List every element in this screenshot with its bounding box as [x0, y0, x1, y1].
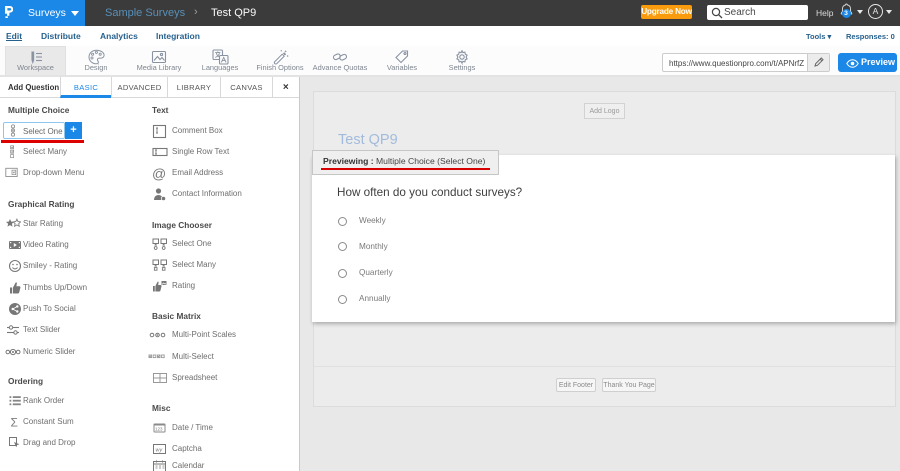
svg-text:Σ: Σ	[11, 416, 18, 430]
svg-text:wy: wy	[156, 447, 164, 453]
svg-text:@: @	[152, 166, 166, 181]
svg-text:123: 123	[155, 427, 163, 432]
